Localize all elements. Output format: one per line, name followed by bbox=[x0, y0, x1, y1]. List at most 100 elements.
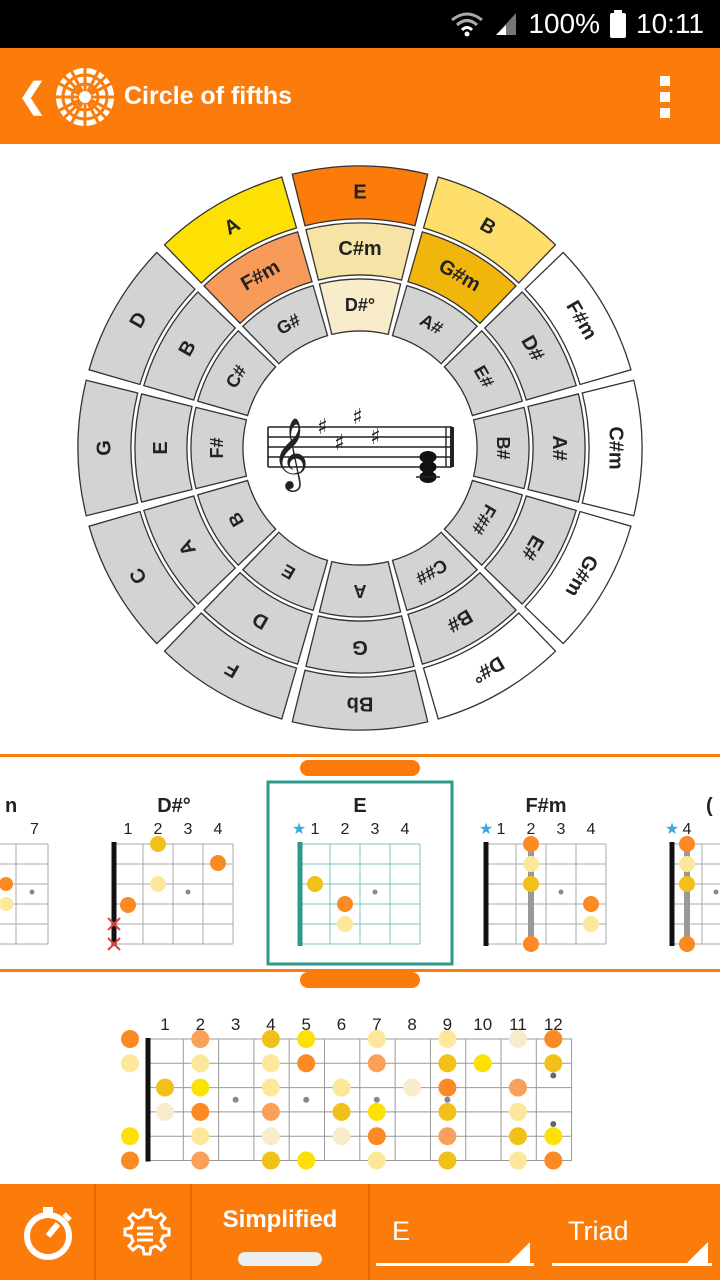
wheel-label: C#m bbox=[338, 238, 381, 260]
divider-top bbox=[0, 754, 720, 757]
wheel-label: F# bbox=[207, 437, 227, 458]
fret-dot bbox=[367, 1127, 386, 1146]
circle-of-fifths-wheel[interactable]: EBF#mC#mG#mD#°BbFCGDAC#mG#mD#A#E#B#GDAEB… bbox=[0, 144, 720, 754]
fret-dot bbox=[544, 1030, 563, 1048]
chord-name: F#m bbox=[525, 795, 566, 817]
fret-dot bbox=[297, 1151, 316, 1170]
fret-number: 4 bbox=[214, 821, 223, 838]
svg-text:♯: ♯ bbox=[352, 405, 363, 430]
signal-icon bbox=[496, 13, 517, 35]
fret-dot bbox=[121, 1127, 139, 1146]
fret-dot bbox=[367, 1151, 386, 1170]
fret-number: 4 bbox=[401, 821, 410, 838]
chord-diagrams[interactable]: n 7 D#° 1 2 3 4 E ★ 1 2 3 4 F#m ★ 1 2 3 … bbox=[0, 762, 720, 970]
star-icon: ★ bbox=[665, 821, 679, 838]
chord-diagram-strip[interactable]: n 7 D#° 1 2 3 4 E ★ 1 2 3 4 F#m ★ 1 2 3 … bbox=[0, 762, 720, 970]
bottom-toolbar: Simplified E Triad bbox=[0, 1184, 720, 1280]
fret-dot bbox=[438, 1102, 457, 1121]
fret-number: 10 bbox=[473, 1015, 492, 1034]
fret-dot bbox=[332, 1102, 351, 1121]
fret-dot bbox=[444, 1096, 451, 1103]
wheel-label: A bbox=[354, 581, 367, 601]
wheel-label: A# bbox=[548, 435, 570, 461]
fret-dot bbox=[438, 1127, 457, 1146]
panel-resize-handle[interactable] bbox=[300, 972, 420, 988]
fret-number: 3 bbox=[184, 821, 193, 838]
fret-number: 3 bbox=[557, 821, 566, 838]
overflow-menu-button[interactable] bbox=[660, 76, 672, 120]
svg-text:♯: ♯ bbox=[334, 431, 345, 456]
toggle-indicator bbox=[238, 1252, 322, 1266]
fret-dot bbox=[373, 1096, 380, 1103]
fret-dot bbox=[261, 1030, 280, 1048]
fret-dot bbox=[438, 1030, 457, 1048]
fret-dot bbox=[191, 1127, 210, 1146]
status-bar: 100% 10:11 bbox=[0, 0, 720, 48]
fret-number: 1 bbox=[311, 821, 320, 838]
clock: 10:11 bbox=[636, 8, 704, 39]
fret-dot bbox=[191, 1151, 210, 1170]
fret-number: 4 bbox=[587, 821, 596, 838]
fret-dot bbox=[297, 1054, 316, 1073]
fret-dot bbox=[156, 1078, 174, 1097]
fret-dot bbox=[473, 1054, 492, 1073]
fret-dot bbox=[121, 1030, 139, 1048]
fret-dot bbox=[509, 1151, 527, 1170]
metronome-button[interactable] bbox=[0, 1184, 96, 1280]
fret-dot bbox=[403, 1078, 422, 1097]
metronome-icon bbox=[24, 1207, 72, 1260]
fret-number: 1 bbox=[160, 1015, 169, 1034]
fret-dot bbox=[550, 1121, 557, 1128]
page-title: Circle of fifths bbox=[124, 82, 293, 110]
chord-name: E bbox=[353, 795, 366, 817]
fret-number: 7 bbox=[30, 821, 39, 838]
fret-dot bbox=[438, 1054, 457, 1073]
fret-dot bbox=[438, 1078, 457, 1097]
fret-number: 2 bbox=[154, 821, 163, 838]
chord-name: ( bbox=[706, 795, 713, 817]
chord-type-select[interactable]: Triad bbox=[546, 1184, 720, 1280]
fret-number: 3 bbox=[371, 821, 380, 838]
fret-number: 2 bbox=[527, 821, 536, 838]
fret-dot bbox=[367, 1102, 386, 1121]
fret-dot bbox=[261, 1127, 280, 1146]
fret-dot bbox=[303, 1096, 310, 1103]
fret-dot bbox=[509, 1102, 527, 1121]
fret-dot bbox=[261, 1151, 280, 1170]
fret-number: 8 bbox=[407, 1015, 416, 1034]
key-select[interactable]: E bbox=[370, 1184, 542, 1280]
fret-dot bbox=[509, 1078, 527, 1097]
battery-icon bbox=[610, 10, 626, 38]
app-bar: ❮ Circle of fifths bbox=[0, 48, 720, 144]
circle-logo-icon bbox=[56, 68, 114, 126]
back-button[interactable]: ❮ bbox=[18, 76, 47, 116]
simplified-label: Simplified bbox=[222, 1206, 338, 1233]
chord-type-value: Triad bbox=[568, 1216, 629, 1246]
fret-dot bbox=[550, 1072, 557, 1079]
settings-button[interactable] bbox=[96, 1184, 192, 1280]
fret-dot bbox=[367, 1054, 386, 1073]
wheel-label: D#° bbox=[345, 295, 375, 315]
fret-dot bbox=[191, 1030, 210, 1048]
wheel-label: Bb bbox=[347, 693, 374, 715]
fret-dot bbox=[191, 1078, 210, 1097]
fretboard[interactable]: 1 2 3 4 5 6 7 8 9 10 11 12 bbox=[0, 1012, 720, 1182]
fret-dot bbox=[191, 1054, 210, 1073]
wheel-label: G bbox=[352, 636, 368, 658]
battery-text: 100% bbox=[528, 8, 600, 39]
wheel-label: E bbox=[353, 182, 366, 204]
fret-dot bbox=[261, 1054, 280, 1073]
fret-dot bbox=[297, 1030, 316, 1048]
fret-dot bbox=[332, 1078, 351, 1097]
wifi-icon bbox=[451, 12, 484, 37]
fret-dot bbox=[261, 1102, 280, 1121]
dropdown-arrow-icon bbox=[506, 1242, 530, 1266]
fret-dot bbox=[438, 1151, 457, 1170]
fret-number: 1 bbox=[124, 821, 133, 838]
wheel-label: E bbox=[150, 441, 172, 454]
fret-dot bbox=[121, 1054, 139, 1073]
wheel-label: B# bbox=[493, 436, 513, 459]
fret-number: 2 bbox=[341, 821, 350, 838]
simplified-toggle[interactable]: Simplified bbox=[192, 1184, 370, 1280]
fret-dot bbox=[121, 1151, 139, 1170]
